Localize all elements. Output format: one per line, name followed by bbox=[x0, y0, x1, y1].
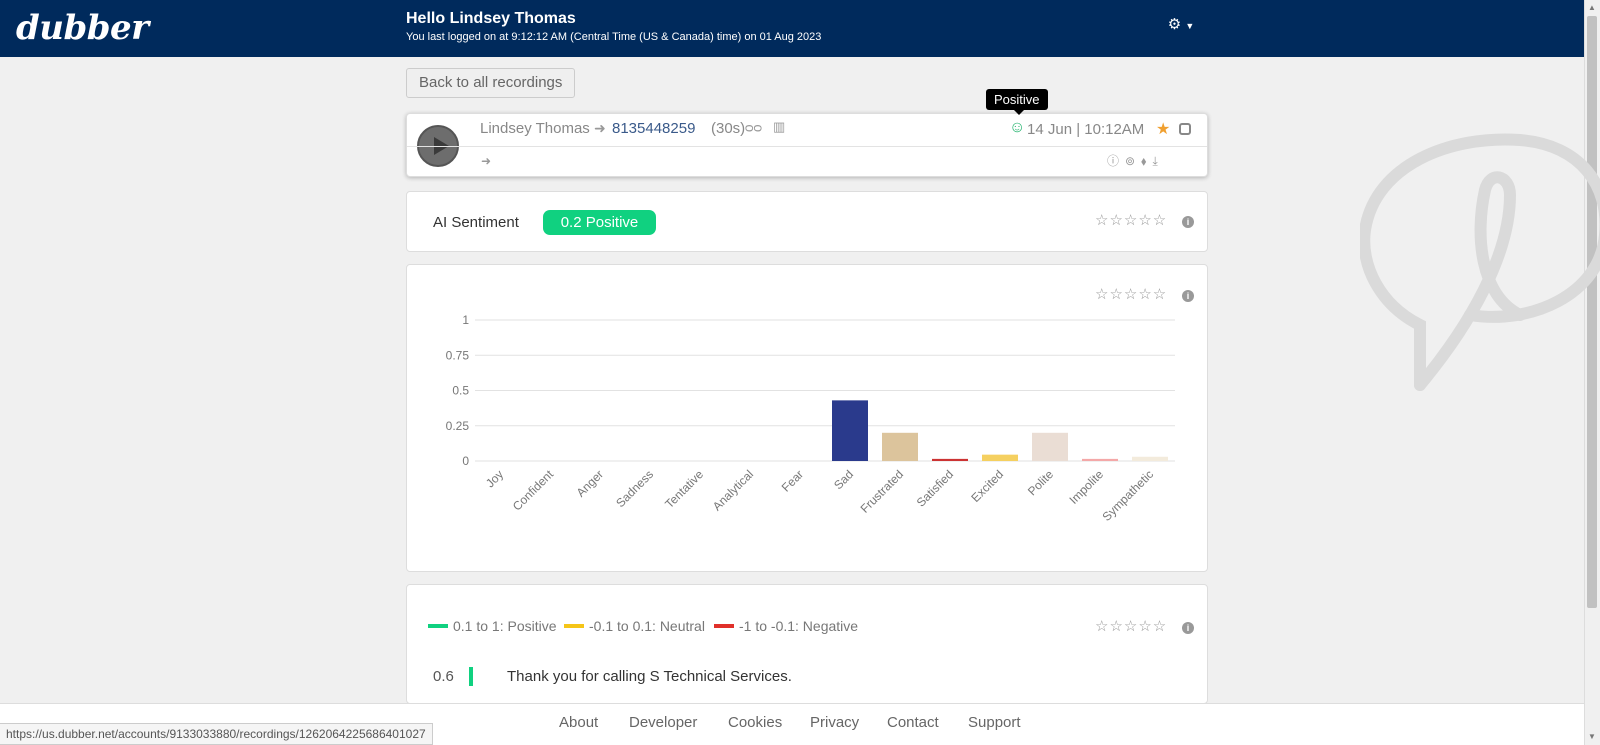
ai-sentiment-label: AI Sentiment bbox=[433, 214, 519, 231]
sentiment-score-badge: 0.2 Positive bbox=[543, 210, 656, 235]
star-icon[interactable]: ★ bbox=[1156, 119, 1170, 139]
recording-datetime: 14 Jun | 10:12AM bbox=[1027, 121, 1145, 138]
x-tick-label: Tentative bbox=[662, 467, 706, 511]
scroll-down-arrow-icon[interactable]: ▼ bbox=[1587, 732, 1597, 742]
recording-action-icons[interactable]: ⓘ⊚⬧⤓ bbox=[1107, 152, 1164, 169]
footer-link-contact[interactable]: Contact bbox=[887, 714, 939, 731]
last-logged-text: You last logged on at 9:12:12 AM (Centra… bbox=[406, 31, 822, 43]
emotion-chart-card: ☆☆☆☆☆ i 0 0.25 0.5 0.75 1 Joy Confident Anger Sa… bbox=[406, 264, 1208, 572]
y-tick-label: 0.25 bbox=[446, 419, 470, 433]
info-icon[interactable]: i bbox=[1182, 216, 1194, 228]
caret-down-icon: ▼ bbox=[1185, 21, 1195, 31]
ai-sentiment-card: AI Sentiment 0.2 Positive ☆☆☆☆☆ i bbox=[406, 191, 1208, 252]
gear-icon: ⚙ bbox=[1167, 16, 1182, 33]
x-tick-label: Sad bbox=[831, 467, 856, 492]
footer-link-developer[interactable]: Developer bbox=[629, 714, 697, 731]
bar-frustrated bbox=[882, 432, 918, 461]
x-tick-label: Satisfied bbox=[914, 467, 956, 509]
footer-link-privacy[interactable]: Privacy bbox=[810, 714, 859, 731]
y-tick-label: 1 bbox=[462, 313, 469, 327]
legend-neutral: -0.1 to 0.1: Neutral bbox=[564, 618, 705, 634]
x-tick-label: Fear bbox=[779, 467, 806, 494]
footer-link-cookies[interactable]: Cookies bbox=[728, 714, 782, 731]
footer-link-support[interactable]: Support bbox=[968, 714, 1021, 731]
callee-number: 8135448259 bbox=[612, 120, 696, 137]
forward-arrow-icon: ➜ bbox=[481, 154, 492, 168]
bar-impolite bbox=[1082, 458, 1118, 461]
bar-excited bbox=[982, 454, 1018, 461]
y-tick-label: 0.75 bbox=[446, 348, 470, 362]
rating-stars[interactable]: ☆☆☆☆☆ bbox=[1095, 211, 1167, 229]
legend-label: -1 to -0.1: Negative bbox=[739, 618, 859, 634]
legend-label: -0.1 to 0.1: Neutral bbox=[589, 618, 705, 634]
scroll-up-arrow-icon[interactable]: ▲ bbox=[1587, 3, 1597, 13]
transcript-sentiment-bar bbox=[469, 667, 473, 686]
legend-swatch-negative bbox=[714, 624, 734, 629]
legend-positive: 0.1 to 1: Positive bbox=[428, 618, 557, 634]
x-tick-label: Sympathetic bbox=[1100, 467, 1157, 524]
back-to-recordings-button[interactable]: Back to all recordings bbox=[406, 68, 576, 98]
x-tick-label: Sadness bbox=[613, 467, 656, 510]
dubber-logo[interactable]: dubber bbox=[16, 8, 149, 48]
y-tick-label: 0 bbox=[462, 454, 469, 468]
legend-label: 0.1 to 1: Positive bbox=[453, 618, 557, 634]
legend-swatch-positive bbox=[428, 624, 448, 629]
x-tick-label: Anger bbox=[574, 467, 607, 500]
x-tick-label: Analytical bbox=[710, 467, 756, 513]
transcript-score: 0.6 bbox=[433, 668, 454, 685]
bar-sympathetic bbox=[1132, 456, 1168, 461]
x-tick-label: Impolite bbox=[1067, 467, 1107, 507]
sentiment-tooltip: Positive bbox=[986, 89, 1048, 115]
dubber-watermark-icon bbox=[1360, 133, 1600, 391]
settings-dropdown-button[interactable]: ⚙ ▼ bbox=[1157, 12, 1205, 38]
x-tick-label: Polite bbox=[1025, 467, 1056, 498]
greeting-text: Hello Lindsey Thomas bbox=[406, 10, 576, 27]
transcript-card: ☆☆☆☆☆ i 0.1 to 1: Positive -0.1 to 0.1: … bbox=[406, 584, 1208, 704]
info-icon[interactable]: i bbox=[1182, 622, 1194, 634]
transcript-text[interactable]: Thank you for calling S Technical Servic… bbox=[507, 668, 792, 685]
x-tick-label: Frustrated bbox=[858, 467, 907, 516]
call-duration: (30s) bbox=[711, 120, 746, 137]
rating-stars[interactable]: ☆☆☆☆☆ bbox=[1095, 617, 1167, 635]
top-bar: dubber Hello Lindsey Thomas You last log… bbox=[0, 0, 1584, 57]
y-tick-label: 0.5 bbox=[452, 384, 469, 398]
footer-link-about[interactable]: About bbox=[559, 714, 598, 731]
bar-sad bbox=[832, 400, 868, 461]
x-tick-label: Joy bbox=[483, 467, 506, 490]
status-bar-url: https://us.dubber.net/accounts/913303388… bbox=[0, 723, 433, 745]
x-tick-label: Confident bbox=[510, 467, 557, 514]
caller-name: Lindsey Thomas bbox=[480, 120, 590, 137]
note-icon[interactable]: ▥ bbox=[773, 119, 785, 135]
bar-satisfied bbox=[932, 458, 968, 461]
voicemail-icon: ᴑᴑ bbox=[745, 119, 763, 135]
smile-icon[interactable]: ☺ bbox=[1009, 119, 1025, 137]
legend-swatch-neutral bbox=[564, 624, 584, 629]
divider bbox=[407, 146, 1207, 147]
bar-polite bbox=[1032, 432, 1068, 461]
emotion-bar-chart: 0 0.25 0.5 0.75 1 Joy Confident Anger Sadness Ten… bbox=[446, 313, 1175, 524]
legend-negative: -1 to -0.1: Negative bbox=[714, 618, 858, 634]
x-tick-label: Excited bbox=[968, 467, 1006, 505]
select-checkbox[interactable] bbox=[1179, 123, 1191, 135]
recording-card: Lindsey Thomas ➜ 8135448259 (30s) ᴑᴑ ▥ ☺… bbox=[406, 113, 1208, 177]
arrow-right-icon: ➜ bbox=[594, 120, 606, 136]
